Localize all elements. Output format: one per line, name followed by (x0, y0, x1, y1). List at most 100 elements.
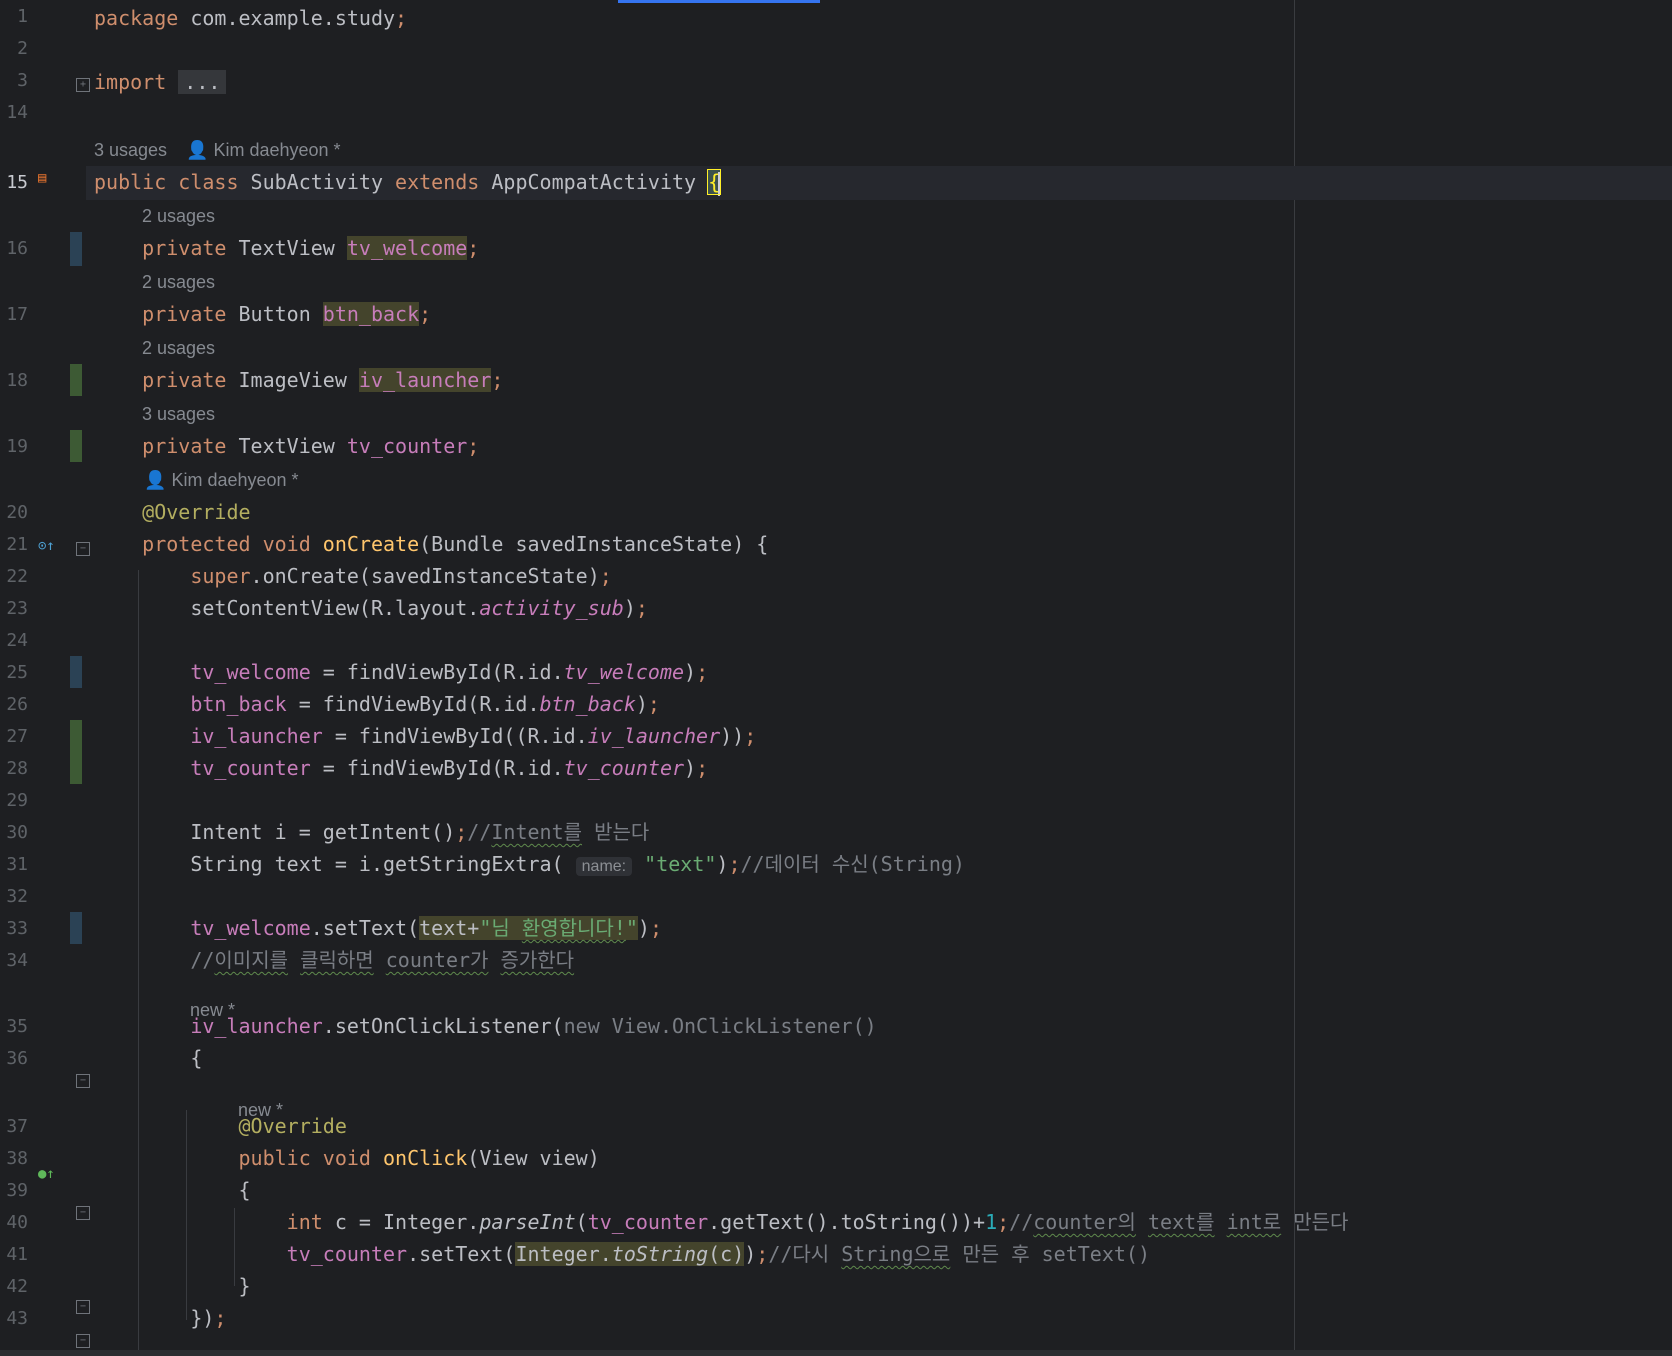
vcs-modified-marker[interactable] (70, 232, 82, 266)
vcs-modified-marker[interactable] (70, 656, 82, 688)
line-number[interactable]: 26 (0, 690, 28, 720)
code-line[interactable]: tv_counter = findViewById(R.id.tv_counte… (94, 752, 708, 784)
code-line[interactable]: }); (94, 1302, 226, 1334)
line-number[interactable]: 39 (0, 1176, 28, 1206)
line-number[interactable]: 42 (0, 1272, 28, 1302)
line-number[interactable]: 43 (0, 1304, 28, 1334)
line-number[interactable]: 18 (0, 366, 28, 396)
author-hint[interactable]: 👤 Kim daehyeon * (144, 466, 299, 494)
code-editor[interactable]: 1 2 3 14 15 16 17 18 19 20 21 22 23 24 25 26 27 28 29 30 31 3… (0, 0, 1672, 1356)
code-line[interactable]: btn_back = findViewById(R.id.btn_back); (94, 688, 660, 720)
code-token: ( (575, 1210, 588, 1234)
line-number[interactable]: 30 (0, 818, 28, 848)
code-line[interactable]: protected void onCreate(Bundle savedInst… (94, 528, 768, 560)
horizontal-scrollbar[interactable] (0, 1350, 1672, 1356)
line-number[interactable]: 27 (0, 722, 28, 752)
new-hint[interactable]: new * (190, 996, 235, 1024)
usages-hint[interactable]: 2 usages (142, 268, 215, 296)
line-number[interactable]: 23 (0, 594, 28, 624)
code-token: .onCreate(savedInstanceState) (250, 564, 600, 588)
code-token: ; (744, 724, 757, 748)
active-tab-indicator (618, 0, 820, 3)
vcs-added-marker[interactable] (70, 364, 82, 396)
line-number[interactable]: 1 (0, 2, 28, 32)
line-number[interactable]: 3 (0, 66, 28, 96)
code-line[interactable]: super.onCreate(savedInstanceState); (94, 560, 611, 592)
code-token: package (94, 6, 191, 30)
line-number[interactable]: 34 (0, 946, 28, 976)
code-line[interactable]: private ImageView iv_launcher; (94, 364, 503, 396)
line-number[interactable]: 15 (0, 168, 28, 198)
code-line[interactable]: { (94, 1174, 250, 1206)
fold-end-icon[interactable]: − (76, 1300, 90, 1314)
line-number[interactable]: 36 (0, 1044, 28, 1074)
code-line[interactable]: @Override (94, 1110, 347, 1142)
line-number-gutter[interactable]: 1 2 3 14 15 16 17 18 19 20 21 22 23 24 25 26 27 28 29 30 31 3… (0, 0, 70, 1356)
line-number[interactable]: 2 (0, 34, 28, 64)
line-number[interactable]: 14 (0, 98, 28, 128)
line-number[interactable]: 35 (0, 1012, 28, 1042)
code-line[interactable]: private TextView tv_welcome; (94, 232, 479, 264)
line-number[interactable]: 40 (0, 1208, 28, 1238)
usages-hint[interactable]: 3 usages (94, 136, 167, 164)
code-line[interactable]: public class SubActivity extends AppComp… (94, 166, 722, 198)
author-hint[interactable]: 👤 Kim daehyeon * (186, 136, 341, 164)
line-number[interactable]: 28 (0, 754, 28, 784)
usages-hint[interactable]: 3 usages (142, 400, 215, 428)
code-line[interactable]: package com.example.study; (94, 2, 407, 34)
code-line[interactable]: String text = i.getStringExtra( name: "t… (94, 848, 965, 883)
implements-method-icon[interactable]: ●↑ (38, 1166, 55, 1182)
code-token: ) (623, 596, 636, 620)
code-line[interactable]: private Button btn_back; (94, 298, 431, 330)
code-line[interactable]: private TextView tv_counter; (94, 430, 479, 462)
fold-end-icon[interactable]: − (76, 1334, 90, 1348)
line-number[interactable]: 21 (0, 530, 28, 560)
line-number[interactable]: 29 (0, 786, 28, 816)
fold-block-icon[interactable]: − (76, 1206, 90, 1220)
line-number[interactable]: 37 (0, 1112, 28, 1142)
code-line[interactable]: setContentView(R.layout.activity_sub); (94, 592, 648, 624)
vcs-added-marker[interactable] (70, 720, 82, 784)
code-line[interactable]: iv_launcher = findViewById((R.id.iv_laun… (94, 720, 756, 752)
layout-file-icon[interactable]: ▤ (38, 170, 46, 186)
usages-hint[interactable]: 2 usages (142, 334, 215, 362)
code-line[interactable]: @Override (94, 496, 250, 528)
line-number[interactable]: 25 (0, 658, 28, 688)
line-number[interactable]: 32 (0, 882, 28, 912)
vcs-added-marker[interactable] (70, 430, 82, 462)
line-number[interactable]: 24 (0, 626, 28, 656)
code-line[interactable]: import ... (94, 66, 227, 98)
code-token: TextView (238, 236, 347, 260)
overrides-method-icon[interactable]: ⊙↑ (38, 538, 55, 554)
code-line[interactable]: } (94, 1270, 250, 1302)
fold-import-icon[interactable]: + (76, 78, 90, 92)
code-line[interactable]: Intent i = getIntent();//Intent를 받는다 (94, 816, 649, 848)
usages-hint[interactable]: 2 usages (142, 202, 215, 230)
code-line[interactable]: public void onClick(View view) (94, 1142, 600, 1174)
line-number[interactable]: 22 (0, 562, 28, 592)
line-number[interactable]: 31 (0, 850, 28, 880)
code-line[interactable]: { (94, 1042, 202, 1074)
code-line[interactable]: //이미지를 클릭하면 counter가 증가한다 (94, 944, 574, 976)
user-icon: 👤 (144, 470, 167, 490)
line-number[interactable]: 33 (0, 914, 28, 944)
line-number[interactable]: 38 (0, 1144, 28, 1174)
new-hint[interactable]: new * (238, 1096, 283, 1124)
code-token: (Bundle savedInstanceState) { (419, 532, 769, 556)
code-line[interactable]: tv_counter.setText(Integer.toString(c));… (94, 1238, 1150, 1270)
code-token: activity_sub (479, 596, 624, 620)
line-number[interactable]: 16 (0, 234, 28, 264)
line-number[interactable]: 20 (0, 498, 28, 528)
fold-method-icon[interactable]: − (76, 542, 90, 556)
line-number[interactable]: 19 (0, 432, 28, 462)
line-number[interactable]: 41 (0, 1240, 28, 1270)
code-line[interactable]: tv_welcome.setText(text+"님 환영합니다!"); (94, 912, 662, 944)
code-line[interactable]: tv_welcome = findViewById(R.id.tv_welcom… (94, 656, 708, 688)
vcs-modified-marker[interactable] (70, 912, 82, 944)
line-number[interactable]: 17 (0, 300, 28, 330)
code-token: tv_welcome (190, 916, 311, 940)
code-line[interactable]: int c = Integer.parseInt(tv_counter.getT… (94, 1206, 1349, 1238)
fold-block-icon[interactable]: − (76, 1074, 90, 1088)
